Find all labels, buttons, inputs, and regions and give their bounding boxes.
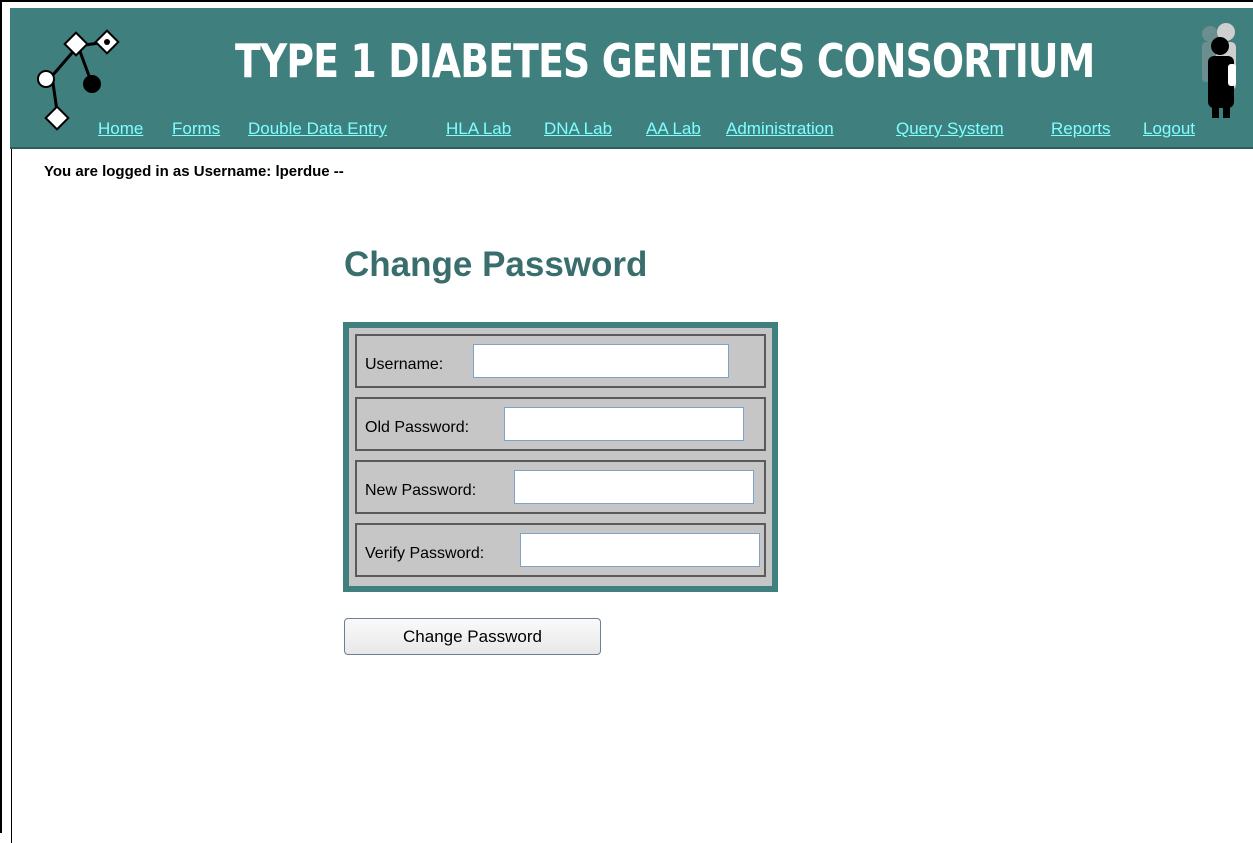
new-password-label: New Password: xyxy=(365,482,477,499)
site-title: TYPE 1 DIABETES GENETICS CONSORTIUM xyxy=(235,34,1095,88)
family-figures-icon xyxy=(1202,23,1236,118)
new-password-input[interactable] xyxy=(514,470,754,504)
old-password-input[interactable] xyxy=(504,407,744,441)
nav-hla-lab-link[interactable]: HLA Lab xyxy=(446,116,511,142)
nav-reports-link[interactable]: Reports xyxy=(1051,116,1111,142)
old-password-label: Old Password: xyxy=(365,419,470,436)
login-status: You are logged in as Username: lperdue -… xyxy=(44,163,344,180)
nav-dna-lab-link[interactable]: DNA Lab xyxy=(544,116,612,142)
main-nav: Home Forms Double Data Entry HLA Lab DNA… xyxy=(98,116,1248,142)
username-row: Username: xyxy=(355,334,766,388)
verify-password-row: Verify Password: xyxy=(355,523,766,577)
nav-aa-lab-link[interactable]: AA Lab xyxy=(646,116,701,142)
nav-double-data-entry-link[interactable]: Double Data Entry xyxy=(248,116,387,142)
nav-administration-link[interactable]: Administration xyxy=(726,116,834,142)
nav-query-system-link[interactable]: Query System xyxy=(896,116,1004,142)
verify-password-input[interactable] xyxy=(520,533,760,567)
nav-logout-link[interactable]: Logout xyxy=(1143,116,1195,142)
username-input[interactable] xyxy=(473,344,729,378)
new-password-row: New Password: xyxy=(355,460,766,514)
change-password-form: Username: Old Password: New Password: Ve… xyxy=(343,322,778,592)
page-title: Change Password xyxy=(344,245,648,284)
form-panel: Username: Old Password: New Password: Ve… xyxy=(349,328,772,586)
change-password-button[interactable]: Change Password xyxy=(344,618,601,655)
old-password-row: Old Password: xyxy=(355,397,766,451)
verify-password-label: Verify Password: xyxy=(365,545,485,562)
site-header: TYPE 1 DIABETES GENETICS CONSORTIUM Home… xyxy=(10,8,1253,149)
nav-home-link[interactable]: Home xyxy=(98,116,143,142)
nav-forms-link[interactable]: Forms xyxy=(172,116,220,142)
username-label: Username: xyxy=(365,356,444,373)
